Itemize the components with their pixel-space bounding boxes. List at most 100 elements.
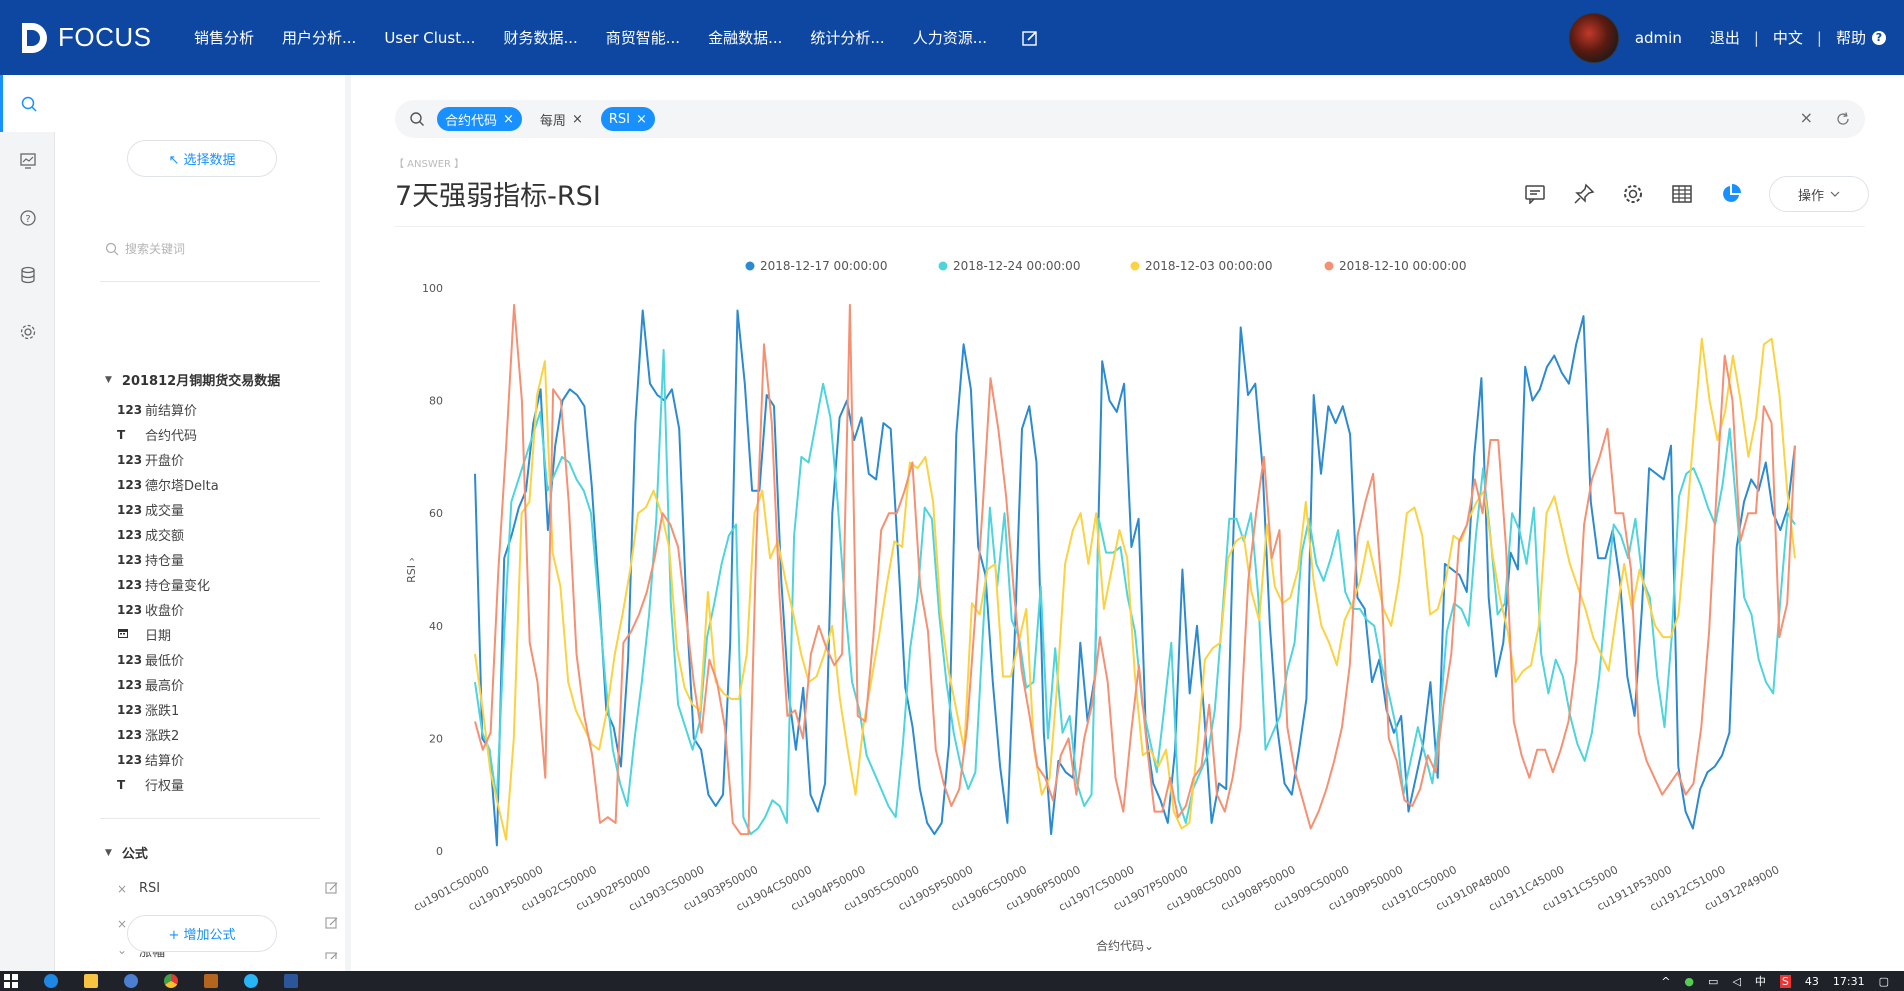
comment-button[interactable]: [1510, 179, 1559, 209]
edit-icon[interactable]: [325, 951, 339, 959]
edit-icon[interactable]: [325, 916, 339, 930]
remove-tag-icon[interactable]: ×: [503, 112, 514, 127]
help-icon[interactable]: ?: [1872, 30, 1886, 45]
table-view-button[interactable]: [1657, 179, 1706, 209]
app-icon[interactable]: [124, 974, 138, 988]
app-icon[interactable]: [244, 974, 258, 988]
search-bar[interactable]: 合约代码 × 每周 × RSI × ×: [395, 100, 1865, 138]
field-item[interactable]: 123 持仓量变化: [117, 572, 219, 597]
help-link[interactable]: 帮助: [1836, 27, 1866, 48]
rail-search[interactable]: [0, 75, 55, 132]
table-group-label: 201812月铜期货交易数据: [121, 374, 281, 389]
avatar[interactable]: [1568, 12, 1619, 63]
select-data-button[interactable]: ↖ 选择数据: [127, 140, 277, 177]
notification-count[interactable]: 43: [1805, 975, 1819, 988]
notifications-icon[interactable]: ▢: [1879, 975, 1889, 988]
nav-item-hr[interactable]: 人力资源...: [913, 27, 987, 48]
field-label: 涨跌2: [145, 729, 180, 744]
edit-nav-icon[interactable]: [1021, 29, 1039, 47]
wechat-icon[interactable]: ●: [1684, 975, 1694, 988]
field-item[interactable]: 123 涨跌2: [117, 722, 219, 747]
field-item[interactable]: 123 开盘价: [117, 447, 219, 472]
field-item[interactable]: 123 收盘价: [117, 597, 219, 622]
nav-item-user-cluster[interactable]: User Clust...: [384, 29, 475, 47]
refresh-icon[interactable]: [1835, 111, 1851, 127]
keyword-search: [105, 235, 305, 263]
field-item[interactable]: 123 最高价: [117, 672, 219, 697]
calendar-icon: [117, 627, 145, 642]
search-tags: 合约代码 × 每周 × RSI ×: [437, 107, 665, 131]
field-item[interactable]: 123 德尔塔Delta: [117, 472, 219, 497]
data-panel: ↖ 选择数据 ▼ 201812月铜期货交易数据 123前结算价T合约代码123开…: [55, 75, 351, 971]
field-item[interactable]: 123 结算价: [117, 747, 219, 772]
word-icon[interactable]: [284, 974, 298, 988]
field-item[interactable]: 123 成交额: [117, 522, 219, 547]
field-item[interactable]: 123 前结算价: [117, 397, 219, 422]
nav-item-finance[interactable]: 财务数据...: [503, 27, 577, 48]
logo[interactable]: FOCUS: [18, 19, 194, 57]
x-axis-label: 合约代码⌄: [1096, 938, 1154, 953]
question-icon: ?: [19, 209, 36, 226]
field-item[interactable]: 日期: [117, 622, 219, 647]
logout-link[interactable]: 退出: [1710, 27, 1740, 48]
legend-marker: [938, 261, 948, 271]
rail-help[interactable]: ?: [0, 189, 55, 246]
table-group-title[interactable]: ▼ 201812月铜期货交易数据: [105, 370, 280, 389]
field-label: 涨跌1: [145, 704, 180, 719]
field-item[interactable]: T 合约代码: [117, 422, 219, 447]
nav-item-financial-data[interactable]: 金融数据...: [708, 27, 782, 48]
network-icon[interactable]: ▭: [1708, 975, 1718, 988]
edit-icon[interactable]: [325, 881, 339, 895]
field-item[interactable]: 123 最低价: [117, 647, 219, 672]
formula-label: RSI: [139, 881, 161, 896]
search-tag[interactable]: 合约代码 ×: [437, 107, 522, 131]
edge-icon[interactable]: [44, 974, 58, 988]
y-tick-label: 0: [436, 845, 443, 858]
clear-search-icon[interactable]: ×: [1800, 108, 1813, 127]
nav-item-user-analysis[interactable]: 用户分析...: [282, 27, 356, 48]
rail-database[interactable]: [0, 246, 55, 303]
chrome-icon[interactable]: [164, 974, 178, 988]
field-item[interactable]: 123 持仓量: [117, 547, 219, 572]
operate-label: 操作: [1797, 188, 1824, 204]
keyword-search-input[interactable]: [125, 242, 275, 256]
field-label: 日期: [145, 629, 172, 644]
username[interactable]: admin: [1635, 29, 1682, 47]
rail-settings[interactable]: [0, 303, 55, 360]
field-label: 成交量: [145, 504, 185, 519]
comment-icon: [1524, 185, 1545, 204]
field-label: 最低价: [145, 654, 185, 669]
remove-icon[interactable]: ×: [117, 882, 139, 896]
search-tag[interactable]: RSI ×: [600, 107, 655, 131]
answer-toolbar: 操作: [1510, 176, 1869, 212]
language-switch[interactable]: 中文: [1773, 27, 1803, 48]
remove-tag-icon[interactable]: ×: [636, 112, 647, 127]
formula-group-title[interactable]: ▼ 公式: [105, 843, 148, 862]
folder-icon[interactable]: [84, 974, 98, 988]
pie-chart-icon: [1722, 184, 1741, 202]
ime-indicator[interactable]: 中: [1755, 973, 1766, 989]
gear-icon: [1623, 185, 1642, 203]
nav-item-sales[interactable]: 销售分析: [194, 27, 254, 48]
chevron-up-icon[interactable]: ^: [1661, 975, 1670, 988]
clock[interactable]: 17:31: [1833, 975, 1865, 988]
pin-button[interactable]: [1559, 179, 1608, 209]
chart-view-button[interactable]: [1706, 179, 1755, 209]
sogou-icon[interactable]: S: [1779, 974, 1791, 988]
add-formula-button[interactable]: + 增加公式: [127, 915, 277, 952]
number-type-icon: 123: [117, 652, 143, 667]
search-tag[interactable]: 每周 ×: [532, 107, 591, 131]
field-item[interactable]: 123 涨跌1: [117, 697, 219, 722]
nav-item-statistics[interactable]: 统计分析...: [810, 27, 884, 48]
remove-tag-icon[interactable]: ×: [572, 112, 583, 127]
settings-button[interactable]: [1608, 179, 1657, 209]
field-item[interactable]: T 行权量: [117, 772, 219, 797]
formula-item[interactable]: × RSI: [117, 871, 347, 906]
operate-button[interactable]: 操作: [1769, 176, 1869, 212]
nav-item-commerce[interactable]: 商贸智能...: [606, 27, 680, 48]
app-icon[interactable]: [204, 974, 218, 988]
windows-start-icon[interactable]: [4, 974, 18, 988]
rail-dashboard[interactable]: [0, 132, 55, 189]
volume-icon[interactable]: ◁: [1732, 975, 1740, 988]
field-item[interactable]: 123 成交量: [117, 497, 219, 522]
